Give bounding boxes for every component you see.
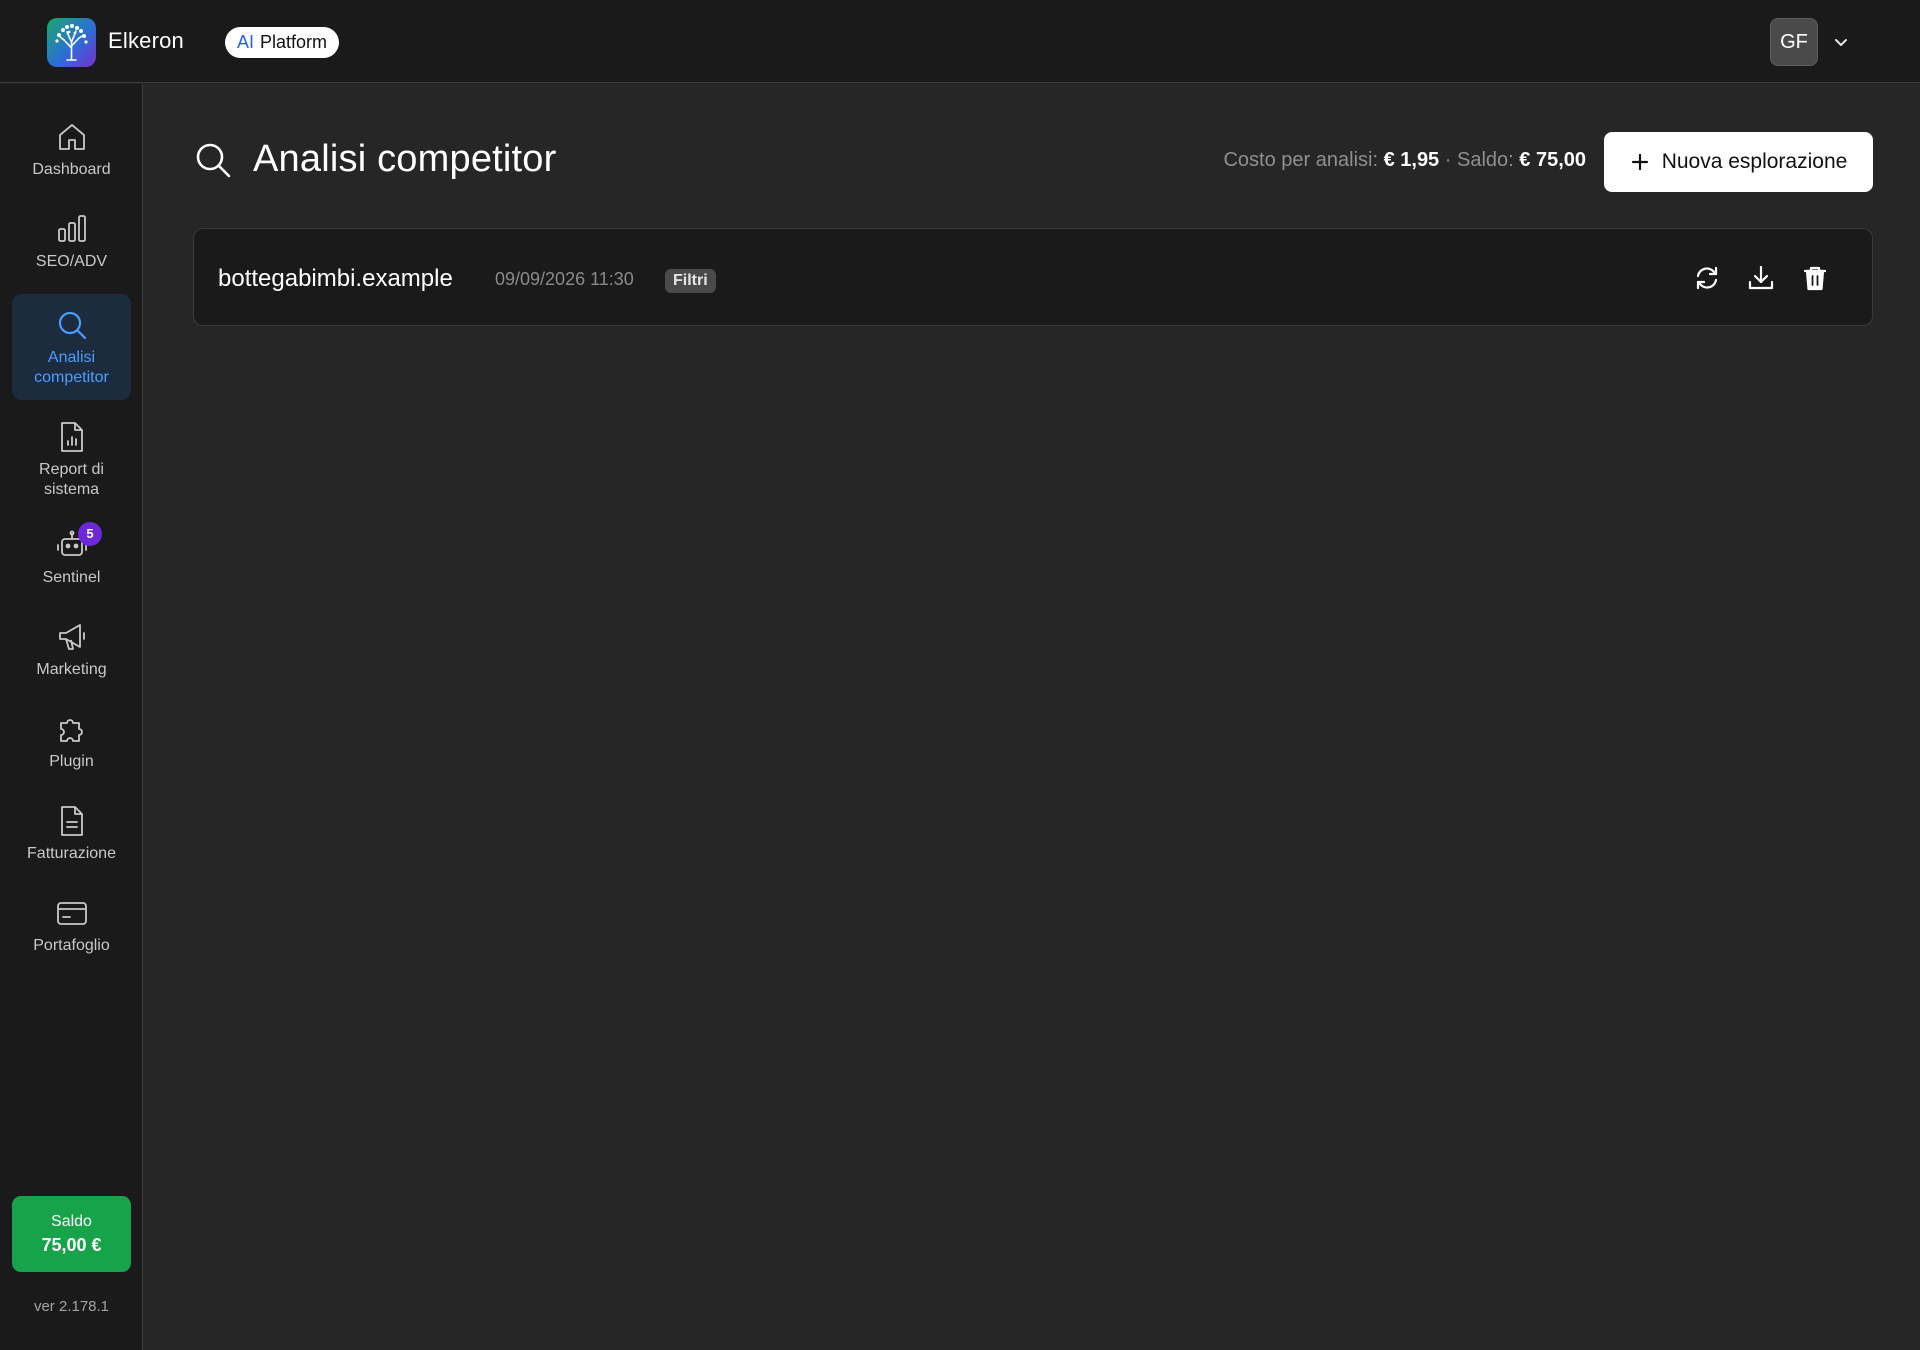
bar-chart-icon: [57, 215, 86, 242]
cost-value: € 1,95: [1383, 149, 1440, 171]
plus-icon: [1631, 153, 1648, 171]
cost-label: Costo per analisi:: [1223, 149, 1379, 171]
new-exploration-button[interactable]: Nuova esplorazione: [1604, 132, 1873, 192]
sidebar-item-label: SEO/ADV: [35, 253, 108, 270]
sidebar-item-label: Plugin: [49, 753, 94, 770]
download-button[interactable]: [1746, 263, 1776, 293]
analysis-domain[interactable]: bottegabimbi.example: [218, 265, 453, 293]
filters-tag[interactable]: Filtri: [665, 269, 716, 293]
balance-value: 75,00 €: [41, 1234, 102, 1255]
sidebar: Dashboard SEO/ADV Analisi competitor Rep…: [0, 84, 143, 1350]
sidebar-item-label: Portafoglio: [33, 937, 110, 954]
user-avatar[interactable]: GF: [1770, 18, 1818, 66]
invoice-icon: [60, 806, 83, 836]
page-title: Analisi competitor: [253, 138, 557, 180]
sidebar-item-marketing[interactable]: Marketing: [12, 620, 131, 692]
platform-badge-label: Platform: [260, 32, 328, 52]
megaphone-icon: [58, 624, 85, 650]
top-bar: Elkeron AI Platform GF: [0, 0, 1920, 83]
sidebar-item-seo-adv[interactable]: SEO/ADV: [12, 212, 131, 284]
report-document-icon: [60, 422, 83, 452]
platform-badge: AI Platform: [225, 27, 340, 58]
sidebar-item-plugin[interactable]: Plugin: [12, 712, 131, 784]
search-icon: [58, 311, 86, 340]
delete-button[interactable]: [1800, 263, 1830, 293]
trash-icon: [1803, 266, 1827, 291]
list-item[interactable]: bottegabimbi.example 09/09/2026 11:30 Fi…: [193, 228, 1873, 326]
balance-label: Saldo: [51, 1212, 92, 1230]
brand-name: Elkeron: [108, 28, 184, 53]
sidebar-item-portafoglio[interactable]: Portafoglio: [12, 896, 131, 968]
sidebar-item-label: Fatturazione: [27, 845, 116, 862]
sidebar-item-label: Analisi competitor: [34, 349, 109, 386]
sidebar-item-label: Sentinel: [42, 569, 101, 586]
app-version: ver 2.178.1: [33, 1298, 110, 1315]
balance-value: € 75,00: [1519, 149, 1586, 171]
search-icon: [196, 143, 231, 178]
sidebar-item-analisi-competitor[interactable]: Analisi competitor: [12, 294, 131, 400]
sidebar-item-label: Report di sistema: [39, 461, 104, 498]
download-icon: [1748, 265, 1774, 290]
puzzle-icon: [59, 719, 83, 742]
sidebar-item-fatturazione[interactable]: Fatturazione: [12, 804, 131, 876]
sidebar-item-sentinel[interactable]: 5 Sentinel: [12, 522, 131, 600]
balance-label: Saldo:: [1456, 149, 1514, 171]
chevron-down-icon[interactable]: [1832, 33, 1850, 51]
sidebar-item-dashboard[interactable]: Dashboard: [12, 120, 131, 192]
new-exploration-label: Nuova esplorazione: [1661, 150, 1848, 173]
sidebar-item-report-di-sistema[interactable]: Report di sistema: [12, 420, 131, 504]
balance-widget[interactable]: Saldo 75,00 €: [12, 1196, 131, 1272]
cost-summary: Costo per analisi: € 1,95 · Saldo: € 75,…: [1223, 149, 1586, 172]
wallet-card-icon: [56, 902, 87, 925]
page-header: Analisi competitor Costo per analisi: € …: [193, 132, 1873, 192]
refresh-button[interactable]: [1692, 263, 1722, 293]
sentinel-count-badge: 5: [78, 522, 102, 546]
separator: ·: [1444, 149, 1452, 171]
sidebar-item-label: Dashboard: [32, 161, 111, 178]
platform-badge-prefix: AI: [237, 32, 255, 52]
analysis-date: 09/09/2026 11:30: [495, 269, 634, 289]
sidebar-item-label: Marketing: [36, 661, 107, 678]
home-icon: [58, 124, 85, 150]
refresh-icon: [1696, 266, 1718, 290]
logo-tree-icon[interactable]: [47, 18, 96, 67]
